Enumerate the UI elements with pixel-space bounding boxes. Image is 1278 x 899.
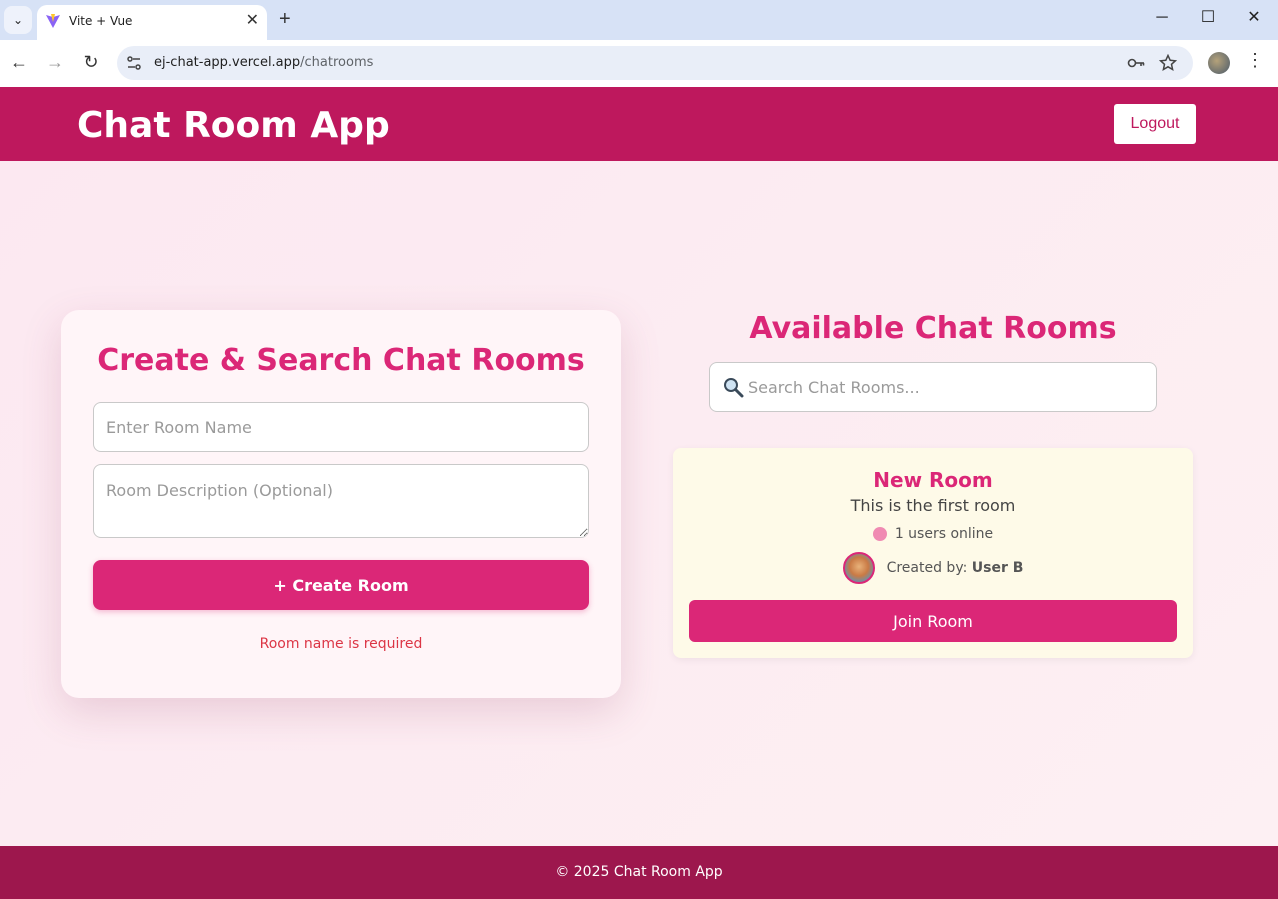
vite-favicon-icon <box>46 14 60 28</box>
tab-close-icon[interactable]: ✕ <box>246 11 259 31</box>
kebab-menu-icon[interactable]: ⋮ <box>1246 50 1264 71</box>
url-host: ej-chat-app.vercel.app <box>154 55 301 70</box>
window-close-button[interactable]: ✕ <box>1244 8 1264 28</box>
site-info-icon[interactable] <box>125 54 143 72</box>
online-dot-icon <box>872 527 887 541</box>
browser-toolbar: ← → ↻ ej-chat-app.vercel.app/chatrooms ⋮ <box>0 40 1278 87</box>
tab-search-button[interactable]: ⌄ <box>4 6 32 34</box>
maximize-button[interactable]: ☐ <box>1198 8 1218 28</box>
star-icon[interactable] <box>1159 54 1177 72</box>
app-header: Chat Room App Logout <box>0 87 1278 161</box>
url-path: /chatrooms <box>300 55 374 70</box>
online-count: 1 users online <box>894 526 994 542</box>
creator-text: Created by: User B <box>887 560 1024 576</box>
browser-tab[interactable]: Vite + Vue ✕ <box>37 5 267 40</box>
room-description: This is the first room <box>850 496 1016 515</box>
footer-text: © 2025 Chat Room App <box>555 864 723 880</box>
creator-avatar <box>842 552 875 584</box>
new-tab-button[interactable]: + <box>279 8 291 30</box>
minimize-button[interactable]: ─ <box>1152 8 1172 28</box>
app-page: Chat Room App Logout Create & Search Cha… <box>0 87 1278 899</box>
available-rooms-title: Available Chat Rooms <box>749 311 1117 346</box>
join-room-button[interactable]: Join Room <box>689 600 1177 642</box>
creator-name: User B <box>971 560 1024 576</box>
url-text: ej-chat-app.vercel.app/chatrooms <box>154 55 373 70</box>
room-name-input[interactable] <box>93 402 589 452</box>
online-status: 1 users online <box>673 526 1193 542</box>
create-room-button[interactable]: + Create Room <box>93 560 589 610</box>
created-by-label: Created by: <box>886 560 968 576</box>
room-creator: Created by: User B <box>673 552 1193 584</box>
app-footer: © 2025 Chat Room App <box>0 846 1278 899</box>
room-search-input[interactable] <box>748 364 1148 410</box>
forward-button[interactable]: → <box>44 52 66 72</box>
reload-button[interactable]: ↻ <box>80 52 102 72</box>
logout-button[interactable]: Logout <box>1114 104 1196 144</box>
tab-title: Vite + Vue <box>69 14 133 28</box>
room-card: New Room This is the first room 1 users … <box>673 448 1193 658</box>
profile-avatar[interactable] <box>1208 52 1230 74</box>
room-search-box[interactable] <box>709 362 1157 412</box>
error-message: Room name is required <box>259 636 423 652</box>
create-room-card: Create & Search Chat Rooms + Create Room… <box>61 310 621 698</box>
room-description-input[interactable] <box>93 464 589 538</box>
address-bar[interactable]: ej-chat-app.vercel.app/chatrooms <box>117 46 1193 80</box>
search-icon <box>724 378 744 398</box>
back-button[interactable]: ← <box>8 52 30 72</box>
room-name: New Room <box>873 468 993 492</box>
browser-tab-bar: ⌄ Vite + Vue ✕ + ─ ☐ ✕ <box>0 0 1278 40</box>
create-panel-title: Create & Search Chat Rooms <box>97 343 585 378</box>
key-icon[interactable] <box>1127 55 1145 71</box>
app-title: Chat Room App <box>77 105 390 146</box>
